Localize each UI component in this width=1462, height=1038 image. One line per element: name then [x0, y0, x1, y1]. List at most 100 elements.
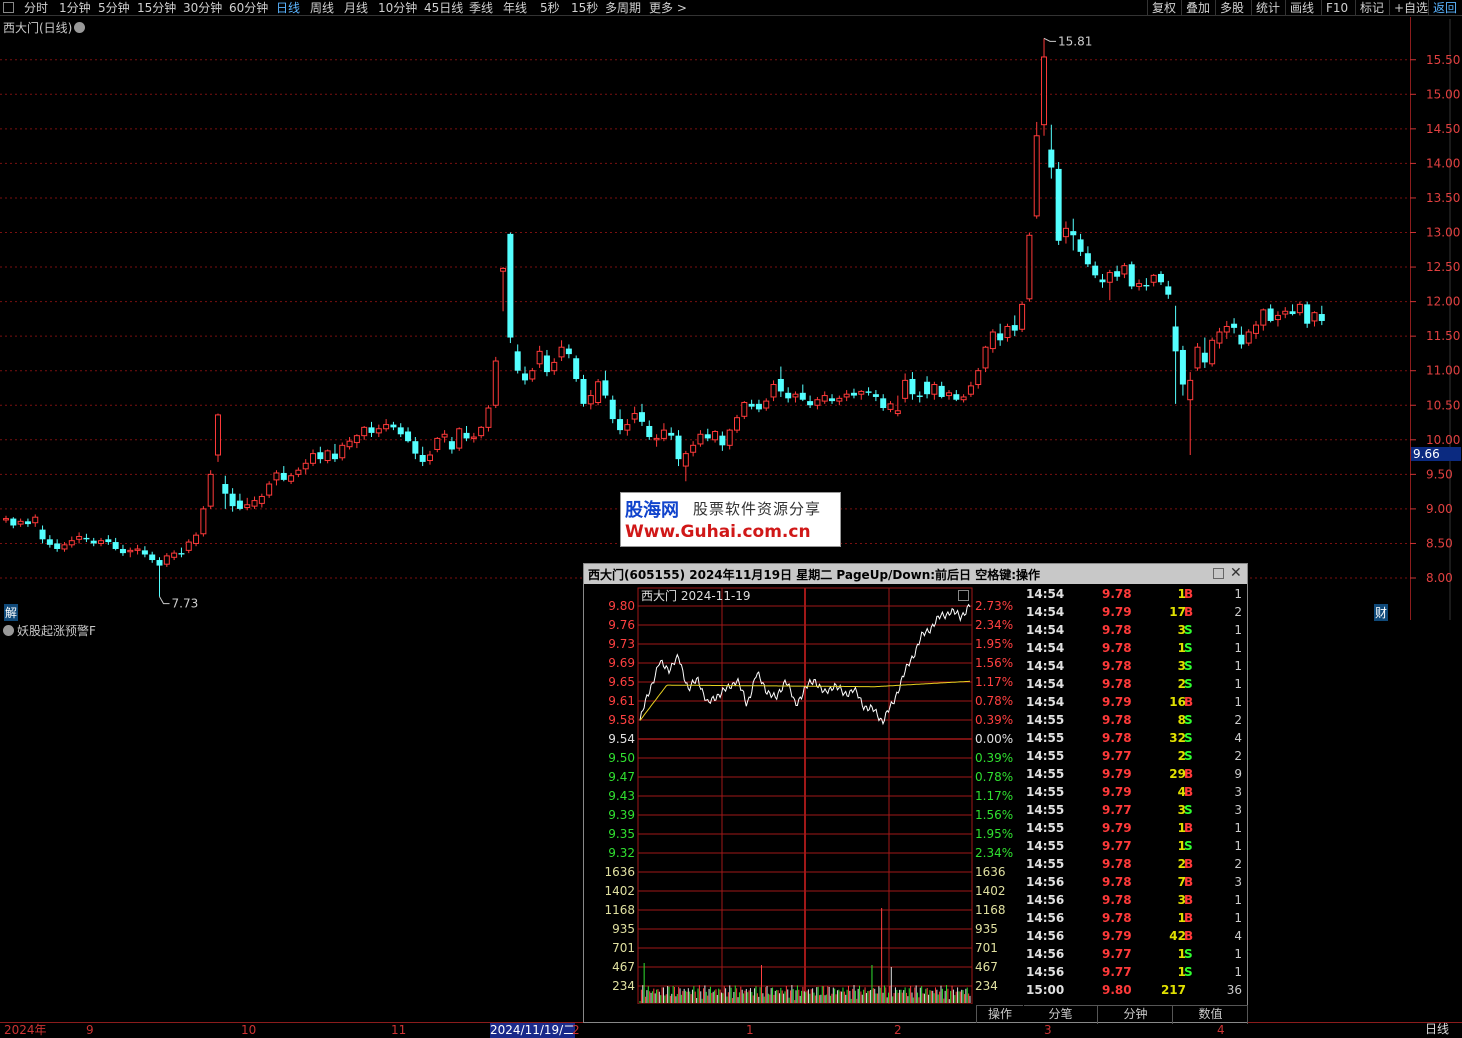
tick-count: 1	[1234, 965, 1242, 979]
candle-body	[310, 453, 317, 464]
period-tab-12[interactable]: 年线	[503, 0, 527, 16]
period-tab-2[interactable]: 5分钟	[98, 0, 130, 16]
intraday-pct-label: 1.95%	[975, 827, 1013, 841]
candle-body	[368, 427, 375, 433]
tick-time: 14:54	[1026, 587, 1065, 601]
intraday-popup[interactable]: 西大门(605155) 2024年11月19日 星期二 PageUp/Down:…	[583, 563, 1248, 1024]
close-icon[interactable]: ✕	[1230, 565, 1242, 581]
candle-body	[185, 541, 192, 551]
candle-body	[514, 351, 521, 371]
period-tab-14[interactable]: 15秒	[571, 0, 598, 16]
tick-price: 9.78	[1102, 677, 1132, 691]
period-tab[interactable]: 日线	[1412, 1022, 1462, 1038]
date-axis: 2024年 9 10 11 2024/11/19/二 2 1 2 3 4	[0, 1022, 1462, 1038]
toolbar-button-0[interactable]: 复权	[1147, 0, 1180, 16]
toolbar-button-4[interactable]: 画线	[1285, 0, 1318, 16]
intraday-pct-label: 0.39%	[975, 751, 1013, 765]
candle-body	[1223, 325, 1230, 333]
candle-body	[682, 453, 689, 467]
tick-list[interactable]: 14:54 9.78 1 B 1 14:54 9.79 17 B 2 14:54 9.78 3 S 1 14:…	[1024, 586, 1248, 1000]
candle-body	[331, 453, 338, 460]
tick-price: 9.77	[1102, 749, 1132, 763]
period-tab-15[interactable]: 多周期	[605, 0, 641, 16]
period-tab-5[interactable]: 60分钟	[229, 0, 268, 16]
period-tab-0[interactable]: 分时	[24, 0, 48, 16]
date-label[interactable]: 2024/11/19/二	[490, 1023, 576, 1038]
volume-axis-label-right: 1402	[975, 884, 1006, 898]
popup-tab-1[interactable]: 分钟	[1099, 1006, 1173, 1024]
dropdown-circle-icon[interactable]	[3, 625, 14, 636]
price-axis-label: 8.00	[1426, 571, 1453, 585]
toolbar-button-5[interactable]: F10	[1321, 0, 1352, 16]
popup-tab-0[interactable]: 分笔	[1024, 1006, 1098, 1024]
intraday-price-label: 9.65	[608, 675, 635, 689]
watermark-url: Www.Guhai.com.cn	[625, 522, 811, 542]
square-icon[interactable]	[958, 590, 969, 601]
candle-body	[1318, 314, 1325, 321]
candle-body	[463, 432, 470, 439]
candle-body	[244, 504, 251, 509]
period-tab-13[interactable]: 5秒	[540, 0, 560, 16]
volume-axis-label: 1402	[604, 884, 635, 898]
price-axis-label: 12.50	[1426, 260, 1460, 274]
finance-marker[interactable]: 财	[1374, 604, 1389, 621]
date-label: 9	[86, 1023, 94, 1037]
toolbar-button-2[interactable]: 多股	[1215, 0, 1248, 16]
indicator-title-text: 妖股起涨预警F	[17, 624, 96, 638]
period-tab-8[interactable]: 月线	[344, 0, 368, 16]
dropdown-circle-icon[interactable]	[74, 22, 86, 33]
candle-body	[1245, 331, 1252, 344]
tick-time: 14:55	[1026, 731, 1065, 745]
tick-row: 14:56 9.77 1 S 1	[1024, 946, 1248, 964]
operate-button[interactable]: 操作	[976, 1005, 1023, 1023]
tick-count: 3	[1234, 785, 1242, 799]
candle-body	[631, 413, 638, 420]
menu-box-icon[interactable]	[3, 2, 14, 13]
candle-body	[156, 560, 163, 566]
intraday-pct-label: 1.56%	[975, 808, 1013, 822]
date-label: 10	[241, 1023, 257, 1037]
candle-body	[1019, 303, 1026, 330]
period-tab-9[interactable]: 10分钟	[378, 0, 417, 16]
candle-body	[945, 392, 952, 397]
toolbar-button-3[interactable]: 统计	[1251, 0, 1284, 16]
toolbar-button-8[interactable]: 返回	[1428, 0, 1461, 16]
tick-side: S	[1184, 839, 1193, 853]
candle-body	[46, 539, 53, 545]
tick-side: B	[1184, 857, 1194, 871]
candle-body	[792, 393, 799, 398]
popup-header[interactable]: 西大门(605155) 2024年11月19日 星期二 PageUp/Down:…	[584, 564, 1247, 584]
intraday-price-label: 9.50	[608, 751, 635, 765]
tick-price: 9.77	[1102, 947, 1132, 961]
intraday-chart[interactable]: 9.80 2.73% 9.76 2.34% 9.73 1.95% 9.69 1.56% 9.65…	[584, 584, 1024, 1004]
candle-body	[975, 370, 982, 386]
period-tab-10[interactable]: 45日线	[424, 0, 463, 16]
tick-side: B	[1184, 587, 1194, 601]
toolbar-button-6[interactable]: 标记	[1355, 0, 1388, 16]
tick-row: 14:55 9.78 2 B 2	[1024, 856, 1248, 874]
candle-body	[1187, 379, 1194, 401]
unlock-marker[interactable]: 解	[4, 604, 19, 621]
period-tab-11[interactable]: 季线	[469, 0, 493, 16]
period-tab-7[interactable]: 周线	[310, 0, 334, 16]
candle-body	[10, 518, 17, 526]
date-label: 4	[1217, 1023, 1225, 1037]
period-tab-3[interactable]: 15分钟	[137, 0, 176, 16]
toolbar-button-1[interactable]: 叠加	[1181, 0, 1214, 16]
candle-body	[288, 475, 295, 482]
period-tab-4[interactable]: 30分钟	[183, 0, 222, 16]
candle-body	[229, 493, 236, 507]
toolbar-button-7[interactable]: +自选	[1389, 0, 1432, 16]
period-tab-6[interactable]: 日线	[276, 0, 300, 16]
price-axis-label: 14.50	[1426, 122, 1460, 136]
maximize-icon[interactable]	[1213, 568, 1224, 579]
candle-body	[894, 410, 901, 415]
intraday-price-label: 9.80	[608, 599, 635, 613]
period-tab-1[interactable]: 1分钟	[59, 0, 91, 16]
period-tab-16[interactable]: 更多 >	[649, 0, 687, 16]
tick-row: 14:54 9.78 3 S 1	[1024, 622, 1248, 640]
popup-tab-2[interactable]: 数值	[1174, 1006, 1248, 1024]
low-marker-line	[159, 596, 170, 605]
tick-row: 14:54 9.78 1 B 1	[1024, 586, 1248, 604]
tick-price: 9.77	[1102, 965, 1132, 979]
